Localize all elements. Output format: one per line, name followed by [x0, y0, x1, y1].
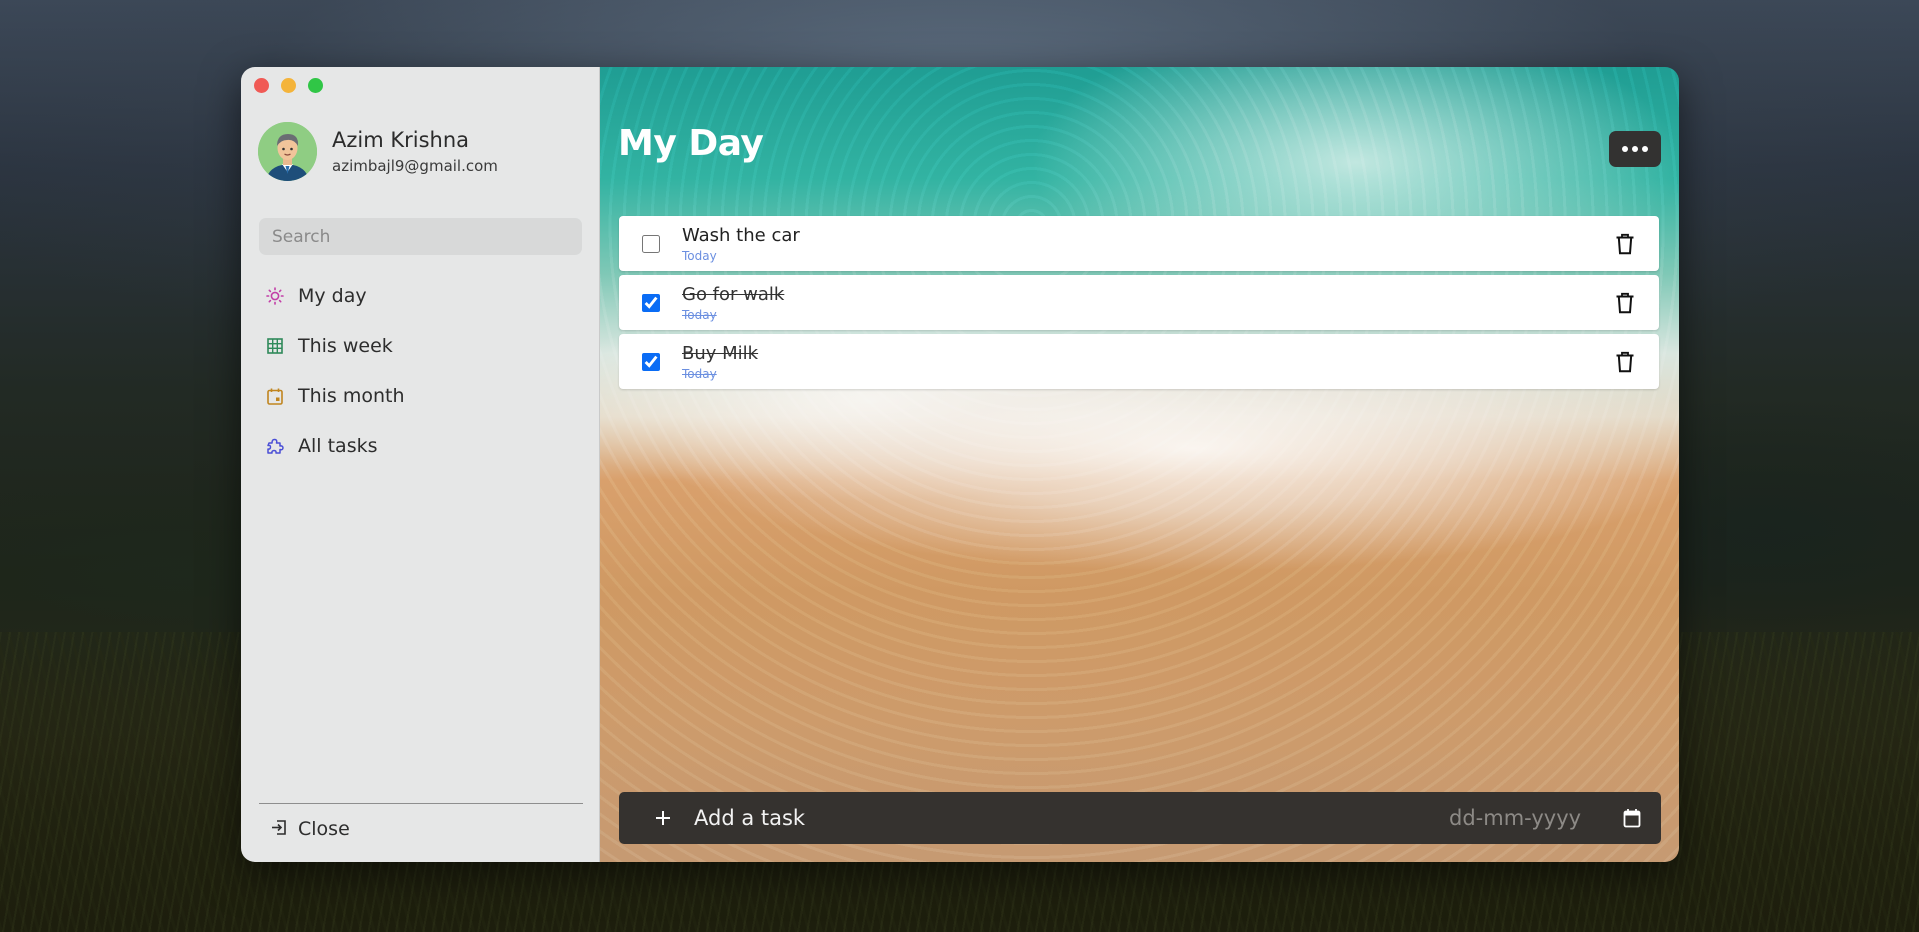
- task-title: Buy Milk: [682, 342, 759, 364]
- task-date: Today: [682, 307, 717, 322]
- calendar-icon: [265, 386, 285, 406]
- window-controls: [254, 78, 323, 93]
- page-title: My Day: [618, 123, 764, 164]
- more-options-button[interactable]: [1609, 131, 1661, 167]
- app-window: Azim Krishna azimbajl9@gmail.com Search …: [241, 67, 1679, 862]
- sidebar-item-my-day[interactable]: My day: [265, 271, 585, 321]
- task-body: Wash the car Today: [682, 225, 800, 263]
- user-profile: Azim Krishna azimbajl9@gmail.com: [258, 122, 498, 181]
- sign-out-icon: [271, 819, 288, 840]
- task-checkbox[interactable]: [642, 293, 660, 312]
- task-list: Wash the car Today Go for walk Today Buy…: [619, 216, 1659, 393]
- avatar-illustration-icon: [258, 122, 317, 181]
- task-title: Go for walk: [682, 283, 785, 305]
- search-input[interactable]: [259, 218, 582, 255]
- due-date-input[interactable]: [1447, 805, 1611, 831]
- sidebar-item-label: This week: [298, 335, 393, 357]
- task-checkbox[interactable]: [642, 352, 660, 371]
- sidebar-item-all-tasks[interactable]: All tasks: [265, 421, 585, 471]
- main-panel: My Day Wash the car Today Go for walk To…: [600, 67, 1679, 862]
- trash-icon[interactable]: [1615, 292, 1635, 314]
- sun-icon: [265, 286, 285, 306]
- sidebar-item-label: All tasks: [298, 435, 378, 457]
- user-email: azimbajl9@gmail.com: [332, 157, 498, 175]
- close-button[interactable]: Close: [271, 811, 350, 847]
- calendar-picker-icon[interactable]: [1623, 808, 1641, 828]
- avatar: [258, 122, 317, 181]
- plus-icon[interactable]: [654, 809, 672, 827]
- task-item: Buy Milk Today: [619, 334, 1659, 389]
- task-date: Today: [682, 248, 717, 263]
- window-minimize-button[interactable]: [281, 78, 296, 93]
- task-title: Wash the car: [682, 224, 800, 246]
- trash-icon[interactable]: [1615, 233, 1635, 255]
- ellipsis-dot-icon: [1642, 146, 1648, 152]
- task-body: Go for walk Today: [682, 284, 784, 322]
- sidebar: Azim Krishna azimbajl9@gmail.com Search …: [241, 67, 600, 862]
- window-zoom-button[interactable]: [308, 78, 323, 93]
- trash-icon[interactable]: [1615, 351, 1635, 373]
- add-task-input[interactable]: [692, 805, 1296, 831]
- ellipsis-dot-icon: [1632, 146, 1638, 152]
- task-item: Wash the car Today: [619, 216, 1659, 271]
- task-body: Buy Milk Today: [682, 343, 758, 381]
- window-close-button[interactable]: [254, 78, 269, 93]
- profile-text: Azim Krishna azimbajl9@gmail.com: [332, 128, 498, 175]
- ellipsis-dot-icon: [1622, 146, 1628, 152]
- user-name: Azim Krishna: [332, 128, 470, 152]
- task-date: Today: [682, 366, 717, 381]
- task-checkbox[interactable]: [642, 234, 660, 253]
- sidebar-divider: [259, 803, 583, 804]
- puzzle-icon: [265, 436, 285, 456]
- sidebar-item-this-week[interactable]: This week: [265, 321, 585, 371]
- sidebar-item-label: This month: [298, 385, 405, 407]
- close-label: Close: [298, 818, 350, 840]
- add-task-bar: [619, 792, 1661, 844]
- sidebar-item-this-month[interactable]: This month: [265, 371, 585, 421]
- task-item: Go for walk Today: [619, 275, 1659, 330]
- grid-icon: [265, 336, 285, 356]
- sidebar-nav: My day This week This month All tasks: [265, 271, 585, 471]
- sidebar-item-label: My day: [298, 285, 367, 307]
